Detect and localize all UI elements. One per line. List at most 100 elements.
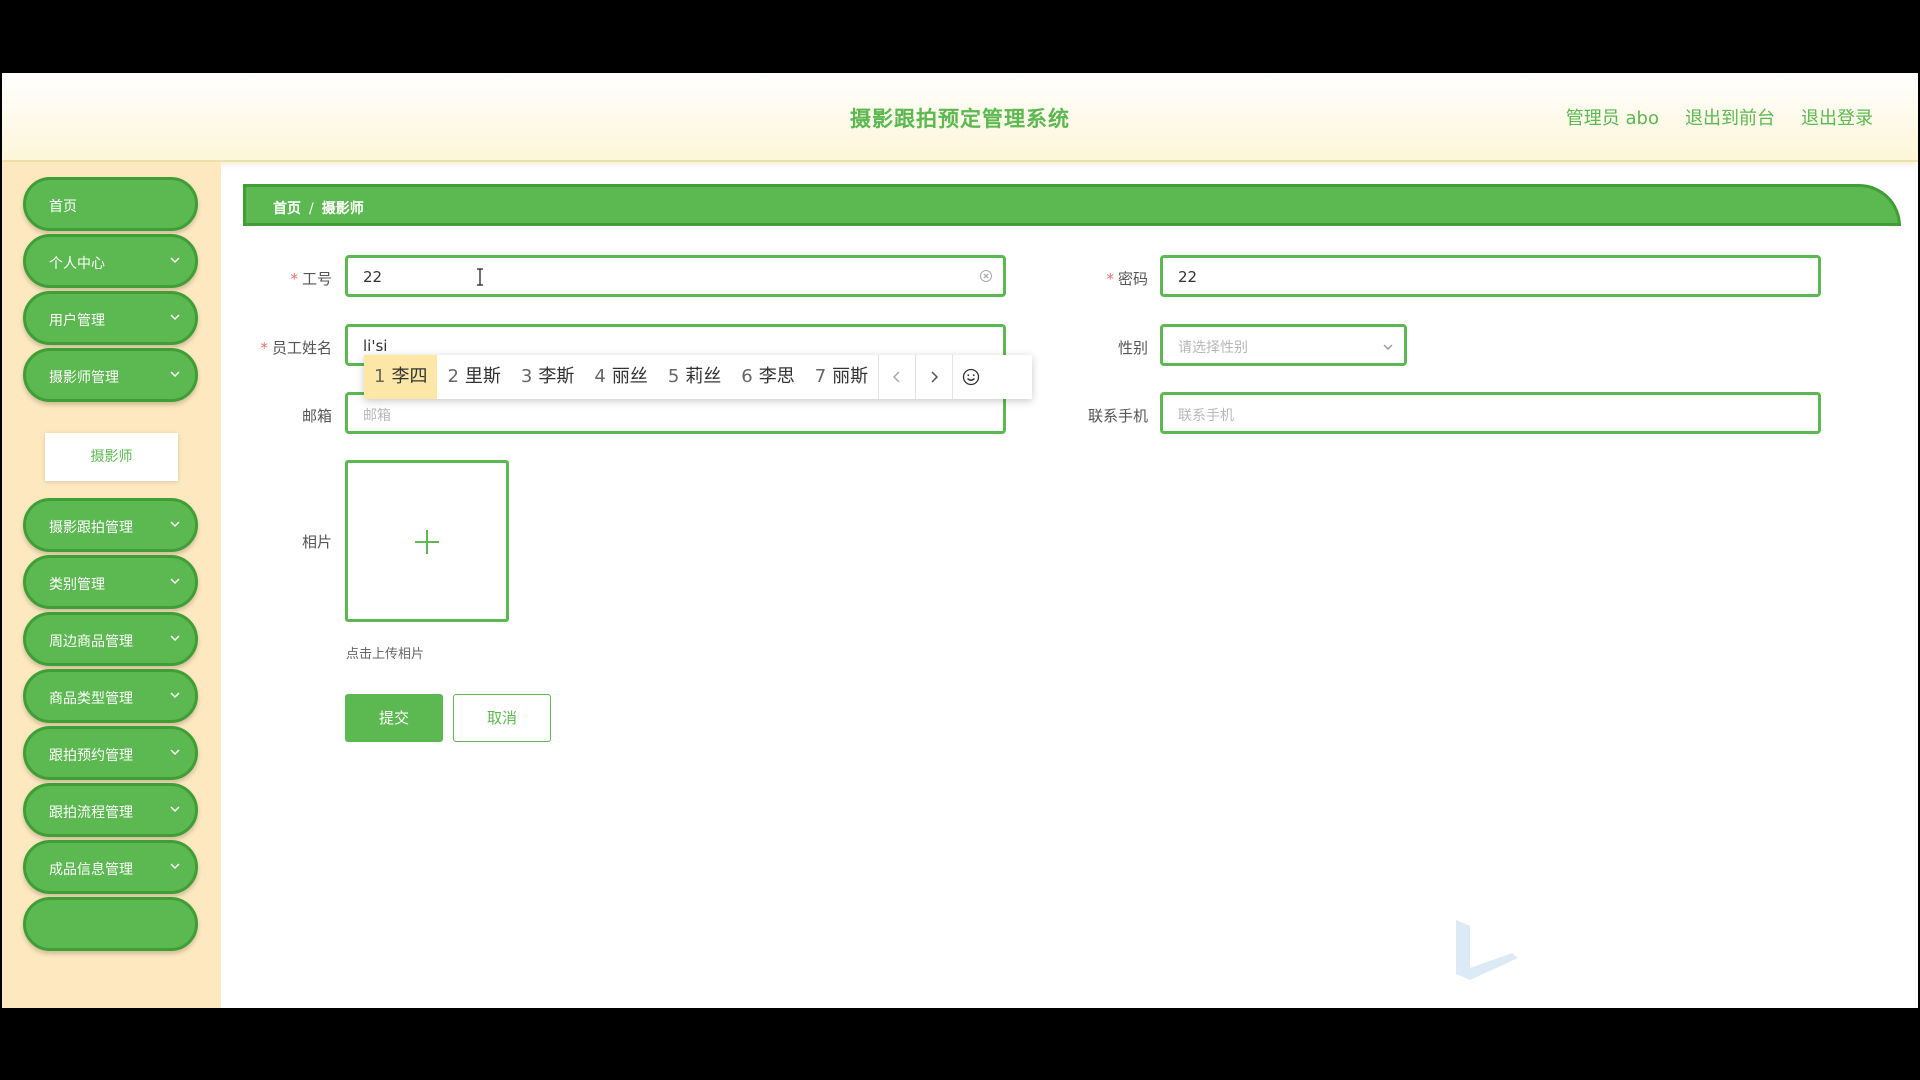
gender-label: 性别 — [1117, 339, 1148, 357]
clear-icon[interactable] — [979, 269, 993, 283]
email-input-placeholder: 邮箱 — [363, 408, 391, 424]
watermark-logo-icon — [1456, 920, 1518, 980]
submenu-item-photographer[interactable]: 摄影师 — [45, 433, 178, 481]
chevron-down-icon — [170, 257, 180, 264]
sidebar-item-label: 摄影师管理 — [49, 370, 119, 386]
sidebar-item-product-info-management[interactable]: 成品信息管理 — [23, 840, 198, 894]
sidebar-item-label: 用户管理 — [49, 313, 105, 329]
ime-candidate-text: 李斯 — [538, 366, 575, 387]
ime-candidate-number: 7 — [814, 366, 827, 387]
chevron-down-icon — [170, 806, 180, 813]
ime-candidate-number: 3 — [520, 366, 533, 387]
sidebar-item-booking-management[interactable]: 跟拍预约管理 — [23, 726, 198, 780]
ime-candidate-text: 莉丝 — [685, 366, 722, 387]
id-label: * 工号 — [272, 268, 332, 289]
chevron-down-icon — [170, 692, 180, 699]
sidebar-item-label: 摄影跟拍管理 — [49, 520, 133, 536]
chevron-down-icon — [170, 578, 180, 585]
sidebar-item-category-management[interactable]: 类别管理 — [23, 555, 198, 609]
password-input[interactable]: 22 — [1160, 255, 1821, 297]
sidebar-item-label: 周边商品管理 — [49, 634, 133, 650]
top-header: 摄影跟拍预定管理系统 管理员 abo 退出到前台 退出登录 — [2, 73, 1918, 162]
ime-candidate-number: 5 — [667, 366, 680, 387]
ime-prev-page-button[interactable] — [878, 355, 915, 399]
name-label-text: 员工姓名 — [271, 339, 332, 357]
logout-link[interactable]: 退出登录 — [1801, 104, 1873, 130]
ime-candidate-text: 丽斯 — [832, 366, 869, 387]
sidebar-item-label: 首页 — [49, 199, 77, 215]
admin-user-link[interactable]: 管理员 abo — [1566, 104, 1659, 130]
chevron-right-icon — [931, 371, 939, 383]
id-input[interactable]: 22 — [345, 255, 1006, 297]
ime-candidate-bar: 1 李四 2 里斯 3 李斯 4 丽丝 5 莉丝 6 李思 7 丽斯 — [364, 355, 1032, 399]
gender-select[interactable]: 请选择性别 — [1160, 324, 1407, 366]
emoji-icon — [963, 368, 980, 386]
ime-candidate-number: 6 — [741, 366, 753, 387]
password-input-value: 22 — [1178, 268, 1198, 286]
text-cursor-icon — [477, 268, 483, 286]
ime-candidate[interactable]: 6 李思 — [731, 355, 804, 399]
password-label-text: 密码 — [1117, 270, 1148, 288]
sidebar-item-label: 类别管理 — [49, 577, 105, 593]
sidebar-item-label: 跟拍预约管理 — [49, 748, 133, 764]
chevron-down-icon — [1383, 344, 1393, 351]
breadcrumb-separator: / — [309, 201, 314, 217]
sidebar-item-user-management[interactable]: 用户管理 — [23, 291, 198, 345]
chevron-left-icon — [893, 371, 900, 383]
sidebar-item-shoot-management[interactable]: 摄影跟拍管理 — [23, 498, 198, 552]
password-label: * 密码 — [1092, 268, 1148, 289]
ime-candidate[interactable]: 7 丽斯 — [805, 355, 878, 399]
chevron-down-icon — [170, 371, 180, 378]
chevron-down-icon — [170, 635, 180, 642]
required-mark: * — [1106, 270, 1114, 288]
ime-candidate-text: 里斯 — [464, 366, 501, 387]
required-mark: * — [260, 339, 268, 357]
sidebar-item-label: 商品类型管理 — [49, 691, 133, 707]
phone-input-placeholder: 联系手机 — [1178, 408, 1234, 424]
ime-candidate-number: 1 — [374, 366, 386, 387]
sidebar-item-merch-management[interactable]: 周边商品管理 — [23, 612, 198, 666]
sidebar-item-partial[interactable] — [23, 897, 198, 951]
ime-candidate[interactable]: 5 莉丝 — [658, 355, 731, 399]
sidebar-item-label: 成品信息管理 — [49, 862, 133, 878]
name-input-value: li'si — [363, 337, 388, 355]
phone-label: 联系手机 — [1087, 407, 1148, 425]
ime-candidate-text: 丽丝 — [611, 366, 648, 387]
photo-upload-hint: 点击上传相片 — [346, 647, 425, 662]
sidebar-item-product-type-management[interactable]: 商品类型管理 — [23, 669, 198, 723]
photo-upload-area[interactable] — [345, 460, 509, 622]
email-label: 邮箱 — [301, 407, 332, 425]
header-nav: 管理员 abo 退出到前台 退出登录 — [1566, 104, 1873, 130]
ime-candidate-number: 2 — [447, 366, 459, 387]
back-to-front-link[interactable]: 退出到前台 — [1685, 104, 1775, 130]
submit-button[interactable]: 提交 — [345, 694, 443, 742]
breadcrumb-bar: 首页 / 摄影师 — [243, 184, 1901, 226]
ime-next-page-button[interactable] — [915, 355, 952, 399]
phone-input[interactable]: 联系手机 — [1160, 392, 1821, 434]
sidebar: 首页 个人中心 用户管理 摄影师管理 摄影师 摄影跟拍管理 类别管理 周边商品管… — [2, 162, 221, 1008]
photo-label: 相片 — [301, 533, 332, 551]
sidebar-item-photographer-management[interactable]: 摄影师管理 — [23, 348, 198, 402]
chevron-down-icon — [170, 314, 180, 321]
plus-icon — [415, 530, 439, 554]
ime-candidate-text: 李四 — [391, 366, 428, 387]
ime-candidate-number: 4 — [594, 366, 606, 387]
sidebar-item-label: 个人中心 — [49, 256, 105, 272]
ime-candidate-text: 李思 — [758, 366, 795, 387]
ime-candidate[interactable]: 2 里斯 — [437, 355, 510, 399]
sidebar-item-home[interactable]: 首页 — [23, 177, 198, 231]
ime-candidate[interactable]: 1 李四 — [364, 355, 438, 399]
sidebar-item-workflow-management[interactable]: 跟拍流程管理 — [23, 783, 198, 837]
sidebar-item-label: 跟拍流程管理 — [49, 805, 133, 821]
ime-candidate[interactable]: 3 李斯 — [511, 355, 584, 399]
chevron-down-icon — [170, 521, 180, 528]
cancel-button[interactable]: 取消 — [453, 694, 551, 742]
ime-candidate[interactable]: 4 丽丝 — [584, 355, 657, 399]
sidebar-item-personal-center[interactable]: 个人中心 — [23, 234, 198, 288]
name-label: * 员工姓名 — [242, 337, 332, 358]
ime-emoji-button[interactable] — [952, 355, 989, 399]
breadcrumb-home[interactable]: 首页 — [273, 201, 301, 217]
gender-select-placeholder: 请选择性别 — [1178, 340, 1248, 356]
breadcrumb: 首页 / 摄影师 — [273, 198, 364, 218]
chevron-down-icon — [170, 863, 180, 870]
